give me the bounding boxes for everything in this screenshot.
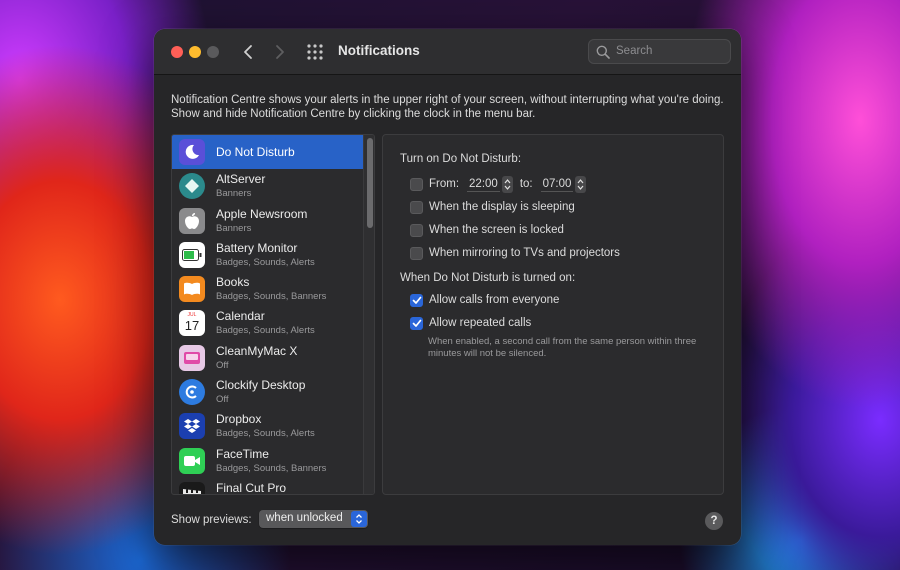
screen-locked-row: When the screen is locked (410, 222, 564, 238)
close-button[interactable] (171, 46, 183, 58)
app-subtitle: Badges, Sounds, Alerts (216, 428, 315, 440)
display-sleeping-label: When the display is sleeping (429, 201, 575, 213)
window-title: Notifications (338, 43, 420, 58)
help-button[interactable]: ? (705, 512, 723, 530)
from-time-stepper[interactable] (501, 175, 513, 193)
minimize-button[interactable] (189, 46, 201, 58)
app-name: Apple Newsroom (216, 206, 308, 221)
app-subtitle: Badges, Sounds, Alerts (216, 325, 315, 337)
screen-locked-checkbox[interactable] (410, 223, 423, 237)
mirroring-checkbox[interactable] (410, 246, 423, 260)
app-name: Clockify Desktop (216, 378, 306, 393)
app-name: FaceTime (216, 446, 269, 461)
show-previews-label: Show previews: (171, 514, 252, 526)
app-subtitle: Banners (216, 188, 252, 200)
app-name: Final Cut Pro (216, 480, 287, 495)
show-previews-popup[interactable]: when unlocked (259, 510, 368, 528)
battery-icon (179, 241, 205, 268)
facetime-icon (179, 447, 205, 474)
calendar-icon-day: 17 (184, 318, 200, 334)
app-list-scroll: Do Not Disturb AltServer Banners Apple N… (172, 135, 363, 495)
zoom-button[interactable] (207, 46, 219, 58)
final-cut-pro-icon (179, 481, 205, 494)
books-icon (179, 276, 205, 303)
altserver-icon (179, 173, 205, 200)
app-list: Do Not Disturb AltServer Banners Apple N… (171, 134, 375, 495)
dropbox-icon (179, 413, 205, 440)
dnd-heading: Turn on Do Not Disturb: (400, 153, 522, 165)
list-item-books[interactable]: Books Badges, Sounds, Banners (172, 272, 363, 306)
display-sleeping-row: When the display is sleeping (410, 199, 575, 215)
allow-calls-checkbox[interactable] (410, 293, 423, 307)
repeated-calls-label: Allow repeated calls (429, 317, 532, 329)
app-name: Calendar (216, 309, 265, 324)
list-item-battery-monitor[interactable]: Battery Monitor Badges, Sounds, Alerts (172, 238, 363, 272)
search-placeholder: Search (616, 45, 653, 57)
dnd-on-heading: When Do Not Disturb is turned on: (400, 272, 576, 284)
calendar-icon: JUL 17 (179, 310, 205, 337)
list-item-final-cut-pro[interactable]: Final Cut Pro (172, 478, 363, 495)
app-name: Do Not Disturb (216, 145, 295, 159)
allow-calls-row: Allow calls from everyone (410, 292, 559, 308)
list-item-facetime[interactable]: FaceTime Badges, Sounds, Banners (172, 444, 363, 478)
list-item-calendar[interactable]: JUL 17 Calendar Badges, Sounds, Alerts (172, 306, 363, 340)
display-sleeping-checkbox[interactable] (410, 200, 423, 214)
show-previews-value: when unlocked (266, 512, 343, 524)
from-label: From: (429, 178, 460, 190)
app-subtitle: Badges, Sounds, Banners (216, 462, 327, 474)
app-subtitle: Badges, Sounds, Banners (216, 291, 327, 303)
mirroring-label: When mirroring to TVs and projectors (429, 247, 620, 259)
repeated-calls-help-text: When enabled, a second call from the sam… (428, 336, 697, 359)
apple-icon (179, 207, 205, 234)
back-button[interactable] (238, 41, 258, 63)
to-time-field[interactable]: 07:00 (540, 176, 574, 192)
popup-arrows-icon (351, 511, 367, 527)
chevron-left-icon (244, 45, 252, 59)
title-bar: Notifications Search (154, 29, 741, 75)
from-time-field[interactable]: 22:00 (467, 176, 500, 192)
mirroring-row: When mirroring to TVs and projectors (410, 245, 620, 261)
app-subtitle: Off (216, 394, 229, 406)
list-item-do-not-disturb[interactable]: Do Not Disturb (172, 135, 363, 170)
clockify-icon (179, 379, 205, 406)
checkmark-icon (412, 296, 421, 304)
screen-locked-label: When the screen is locked (429, 224, 564, 236)
list-item-clockify[interactable]: Clockify Desktop Off (172, 375, 363, 409)
list-item-dropbox[interactable]: Dropbox Badges, Sounds, Alerts (172, 409, 363, 443)
app-name: CleanMyMac X (216, 343, 298, 358)
chevron-right-icon (276, 45, 284, 59)
app-name: Books (216, 275, 250, 290)
allow-calls-label: Allow calls from everyone (429, 294, 560, 306)
list-item-cleanmymac[interactable]: CleanMyMac X Off (172, 341, 363, 375)
app-name: AltServer (216, 172, 266, 187)
repeated-calls-checkbox[interactable] (410, 316, 423, 330)
forward-button[interactable] (270, 41, 290, 63)
list-item-apple-newsroom[interactable]: Apple Newsroom Banners (172, 204, 363, 238)
app-name: Battery Monitor (216, 240, 298, 255)
from-row: From: 22:00 to: 07:00 (410, 175, 587, 193)
notifications-window: Notifications Search Notification Centre… (154, 29, 741, 545)
list-scrollbar-thumb[interactable] (367, 138, 373, 228)
stepper-arrows-icon (577, 178, 584, 190)
app-name: Dropbox (216, 412, 262, 427)
app-subtitle: Badges, Sounds, Alerts (216, 256, 315, 268)
app-subtitle: Banners (216, 222, 252, 234)
cleanmymac-icon (179, 344, 205, 371)
list-item-altserver[interactable]: AltServer Banners (172, 169, 363, 203)
description-text: Notification Centre shows your alerts in… (171, 94, 724, 120)
checkmark-icon (412, 319, 421, 327)
grid-icon (307, 44, 323, 60)
from-checkbox[interactable] (410, 177, 423, 191)
moon-icon (179, 139, 205, 165)
search-icon (596, 45, 610, 59)
search-field[interactable]: Search (588, 39, 731, 64)
dnd-settings-panel: Turn on Do Not Disturb: From: 22:00 to: … (382, 134, 724, 495)
list-scrollbar[interactable] (363, 135, 374, 494)
show-all-button[interactable] (306, 43, 324, 61)
repeated-calls-row: Allow repeated calls (410, 315, 531, 331)
to-label: to: (519, 178, 533, 190)
stepper-arrows-icon (504, 178, 511, 190)
to-time-stepper[interactable] (575, 175, 587, 193)
app-subtitle: Off (216, 359, 229, 371)
